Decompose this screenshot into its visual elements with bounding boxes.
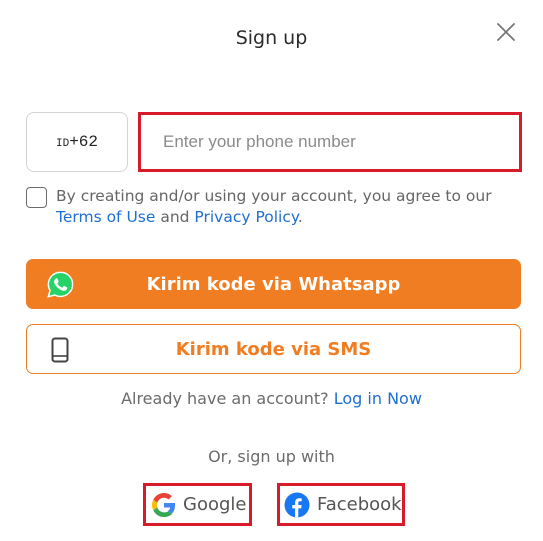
agreement-checkbox[interactable] <box>26 187 47 208</box>
google-signup-button[interactable]: Google <box>143 483 252 526</box>
phone-field-wrapper <box>138 112 522 172</box>
close-icon <box>497 23 515 41</box>
phone-number-input[interactable] <box>141 115 519 169</box>
google-icon <box>152 492 176 517</box>
facebook-signup-button[interactable]: Facebook <box>277 483 405 526</box>
page-title: Sign up <box>235 27 308 49</box>
dial-code: +62 <box>69 133 98 151</box>
agreement-text-middle: and <box>155 208 195 226</box>
terms-of-use-link[interactable]: Terms of Use <box>56 208 155 226</box>
agreement-text: By creating and/or using your account, y… <box>56 186 526 228</box>
social-signup-heading: Or, sign up with <box>208 447 335 466</box>
privacy-policy-link[interactable]: Privacy Policy <box>194 208 297 226</box>
sms-code-button[interactable]: Kirim kode via SMS <box>26 324 521 374</box>
whatsapp-code-button[interactable]: Kirim kode via Whatsapp <box>26 259 521 309</box>
login-prompt: Already have an account? Log in Now <box>0 389 543 408</box>
country-code-selector[interactable]: ID +62 <box>26 112 128 172</box>
google-button-label: Google <box>183 494 247 515</box>
login-now-link[interactable]: Log in Now <box>334 389 422 408</box>
facebook-icon <box>284 492 310 517</box>
whatsapp-icon <box>47 271 74 298</box>
phone-icon <box>51 337 69 363</box>
close-button[interactable] <box>494 20 518 44</box>
agreement-text-before: By creating and/or using your account, y… <box>56 187 492 205</box>
sms-button-label: Kirim kode via SMS <box>175 338 372 360</box>
agreement-text-after: . <box>297 208 303 226</box>
login-prompt-text: Already have an account? <box>121 389 334 408</box>
whatsapp-button-label: Kirim kode via Whatsapp <box>146 273 401 295</box>
country-code: ID <box>55 137 70 150</box>
facebook-button-label: Facebook <box>317 494 402 515</box>
